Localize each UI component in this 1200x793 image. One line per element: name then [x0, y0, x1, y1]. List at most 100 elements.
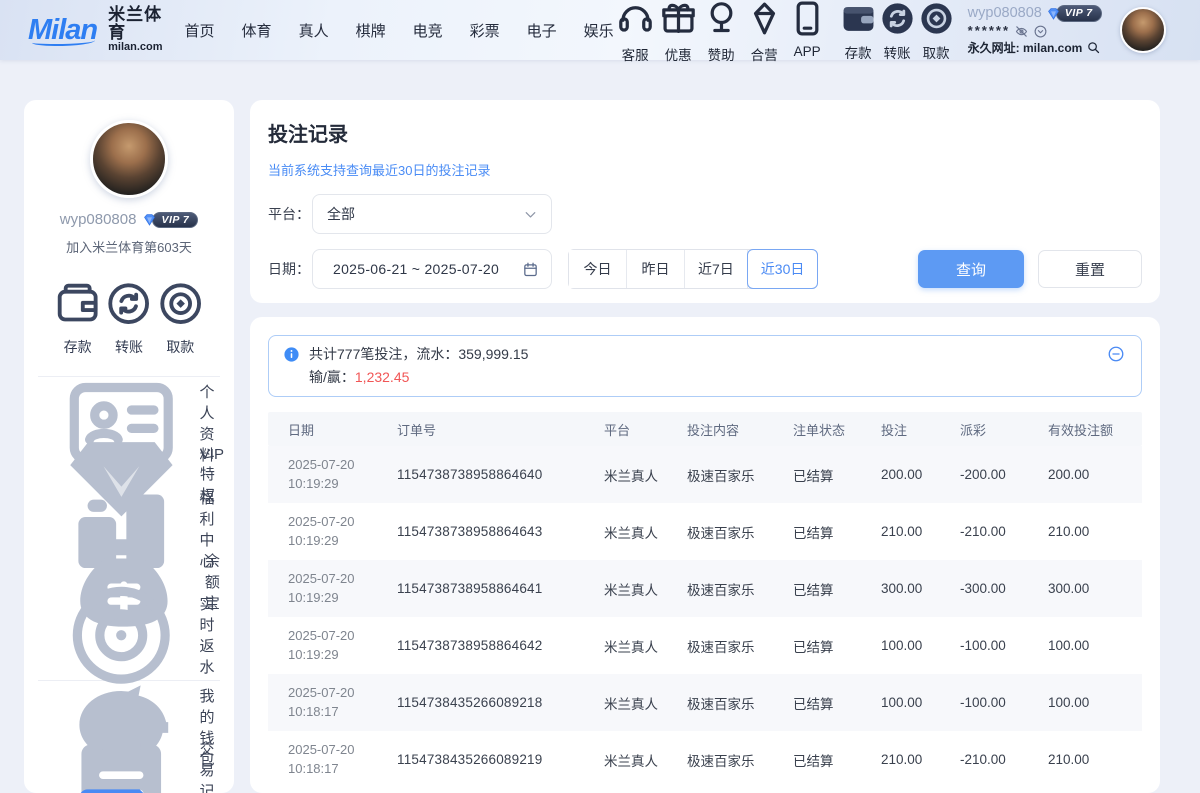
cell-status: 已结算	[793, 693, 881, 713]
table-row[interactable]: 2025-07-20 10:19:29 1154738738958864642 …	[268, 617, 1142, 674]
cell-payout: -100.00	[960, 695, 1048, 710]
date-range-button[interactable]: 近30日	[747, 249, 819, 289]
table-column-header: 订单号	[397, 420, 604, 439]
table-row[interactable]: 2025-07-20 10:18:17 1154738435266089219 …	[268, 731, 1142, 788]
site-logo[interactable]: Milan 米兰体育 milan.com	[28, 6, 163, 55]
table-column-header: 日期	[288, 420, 397, 439]
table-row[interactable]: 2025-07-20 10:19:29 1154738738958864640 …	[268, 446, 1142, 503]
sidebar-quick-action[interactable]: 取款	[155, 278, 206, 357]
collapse-icon[interactable]	[1107, 345, 1125, 363]
page-body: wyp080808 VIP 7 加入米兰体育第603天 存款 转账	[0, 60, 1200, 793]
header-quick-link[interactable]: 合营	[743, 0, 786, 64]
magnifier-icon[interactable]	[1086, 40, 1101, 55]
table-row[interactable]: 2025-07-20 10:19:29 1154738738958864641 …	[268, 560, 1142, 617]
vip-diamond-icon	[1046, 6, 1061, 21]
table-column-header: 投注内容	[687, 420, 793, 439]
table-row[interactable]: 2025-07-20 10:19:29 1154738738958864643 …	[268, 503, 1142, 560]
cell-platform: 米兰真人	[604, 636, 687, 656]
results-card: 共计777笔投注，流水：359,999.15 输/赢：1,232.45 日期订单…	[250, 317, 1160, 793]
quick-link-label: 客服	[622, 44, 649, 64]
date-range-value: 2025-06-21 ~ 2025-07-20	[333, 261, 499, 277]
quick-link-label: 赞助	[708, 44, 735, 64]
bet-records-table: 日期订单号平台投注内容注单状态投注派彩有效投注额 2025-07-20 10:1…	[268, 412, 1142, 788]
cell-date: 2025-07-20	[288, 456, 397, 475]
joined-days-text: 加入米兰体育第603天	[24, 237, 234, 256]
date-quick-ranges: 今日 昨日 近7日 近30日	[568, 249, 818, 289]
cell-bet-content: 极速百家乐	[687, 636, 793, 656]
summary-totals-text: 共计777笔投注，流水：	[309, 346, 458, 362]
nav-item[interactable]: 体育	[242, 20, 272, 41]
table-column-header: 派彩	[960, 420, 1048, 439]
cell-valid-amount: 200.00	[1048, 467, 1142, 482]
quick-link-label: APP	[794, 44, 821, 59]
calendar-icon	[522, 261, 539, 278]
reset-button[interactable]: 重置	[1038, 250, 1142, 288]
cell-platform: 米兰真人	[604, 693, 687, 713]
cell-order-number: 1154738738958864643	[397, 524, 604, 539]
filter-card: 投注记录 当前系统支持查询最近30日的投注记录 平台： 全部 日期： 2025-…	[250, 100, 1160, 303]
vip-level-label: VIP 7	[1056, 5, 1102, 22]
header-quick-link[interactable]: 优惠	[657, 0, 700, 64]
chevron-circle-icon[interactable]	[1033, 24, 1048, 39]
header-quick-link[interactable]: APP	[786, 0, 829, 64]
table-row[interactable]: 2025-07-20 10:18:17 1154738435266089218 …	[268, 674, 1142, 731]
cell-platform: 米兰真人	[604, 579, 687, 599]
gift-icon	[657, 0, 700, 40]
sidebar-quick-action[interactable]: 转账	[103, 278, 154, 357]
user-avatar[interactable]	[1120, 7, 1166, 53]
nav-item[interactable]: 娱乐	[584, 20, 614, 41]
cell-date: 2025-07-20	[288, 684, 397, 703]
cell-bet-amount: 100.00	[881, 638, 960, 653]
cell-time: 10:18:17	[288, 760, 397, 779]
nav-item[interactable]: 电竞	[413, 20, 443, 41]
date-filter-label: 日期：	[268, 259, 312, 279]
cell-status: 已结算	[793, 750, 881, 770]
nav-item[interactable]: 电子	[527, 20, 557, 41]
page-subtitle: 当前系统支持查询最近30日的投注记录	[268, 160, 1142, 179]
date-range-button[interactable]: 昨日	[627, 250, 685, 288]
table-column-header: 有效投注额	[1048, 420, 1142, 439]
nav-item[interactable]: 棋牌	[356, 20, 386, 41]
platform-select[interactable]: 全部	[312, 194, 552, 234]
sidebar-avatar[interactable]	[90, 120, 168, 198]
wallet-link-label: 存款	[845, 42, 872, 62]
date-range-button[interactable]: 今日	[569, 250, 627, 288]
cell-valid-amount: 100.00	[1048, 638, 1142, 653]
header-wallet-link[interactable]: 存款	[839, 0, 878, 62]
cell-bet-amount: 200.00	[881, 467, 960, 482]
cell-payout: -210.00	[960, 524, 1048, 539]
table-column-header: 投注	[881, 420, 960, 439]
header-quick-link[interactable]: 客服	[614, 0, 657, 64]
nav-item[interactable]: 彩票	[470, 20, 500, 41]
vip-diamond-icon	[142, 212, 157, 227]
wallet-outline-icon	[52, 278, 103, 329]
header-wallet-link[interactable]: 转账	[878, 0, 917, 62]
cell-valid-amount: 100.00	[1048, 695, 1142, 710]
summary-banner: 共计777笔投注，流水：359,999.15 输/赢：1,232.45	[268, 335, 1142, 397]
page-title: 投注记录	[268, 118, 1142, 147]
sidebar-username: wyp080808	[60, 211, 137, 228]
nav-item[interactable]: 真人	[299, 20, 329, 41]
logo-domain: milan.com	[108, 42, 162, 54]
cell-bet-content: 极速百家乐	[687, 465, 793, 485]
header-wallet-link[interactable]: 取款	[917, 0, 956, 62]
query-button[interactable]: 查询	[918, 250, 1024, 288]
cell-order-number: 1154738435266089219	[397, 752, 604, 767]
date-range-input[interactable]: 2025-06-21 ~ 2025-07-20	[312, 249, 552, 289]
sidebar-quick-action[interactable]: 存款	[52, 278, 103, 357]
table-body: 2025-07-20 10:19:29 1154738738958864640 …	[268, 446, 1142, 788]
header-quick-link[interactable]: 赞助	[700, 0, 743, 64]
cell-platform: 米兰真人	[604, 522, 687, 542]
eye-off-icon[interactable]	[1014, 24, 1029, 39]
sidebar-menu-item[interactable]: 实时返水	[34, 608, 224, 661]
header-quick-links: 客服 优惠 赞助 合营 APP	[614, 0, 829, 64]
date-range-button[interactable]: 近7日	[685, 250, 748, 288]
cell-date: 2025-07-20	[288, 513, 397, 532]
cell-bet-content: 极速百家乐	[687, 579, 793, 599]
sidebar-menu-label: 交易记录	[200, 738, 225, 793]
cell-valid-amount: 210.00	[1048, 752, 1142, 767]
quick-link-label: 合营	[751, 44, 778, 64]
balance-masked: ******	[968, 23, 1010, 39]
username-text: wyp080808	[968, 4, 1042, 22]
nav-item[interactable]: 首页	[185, 20, 215, 41]
